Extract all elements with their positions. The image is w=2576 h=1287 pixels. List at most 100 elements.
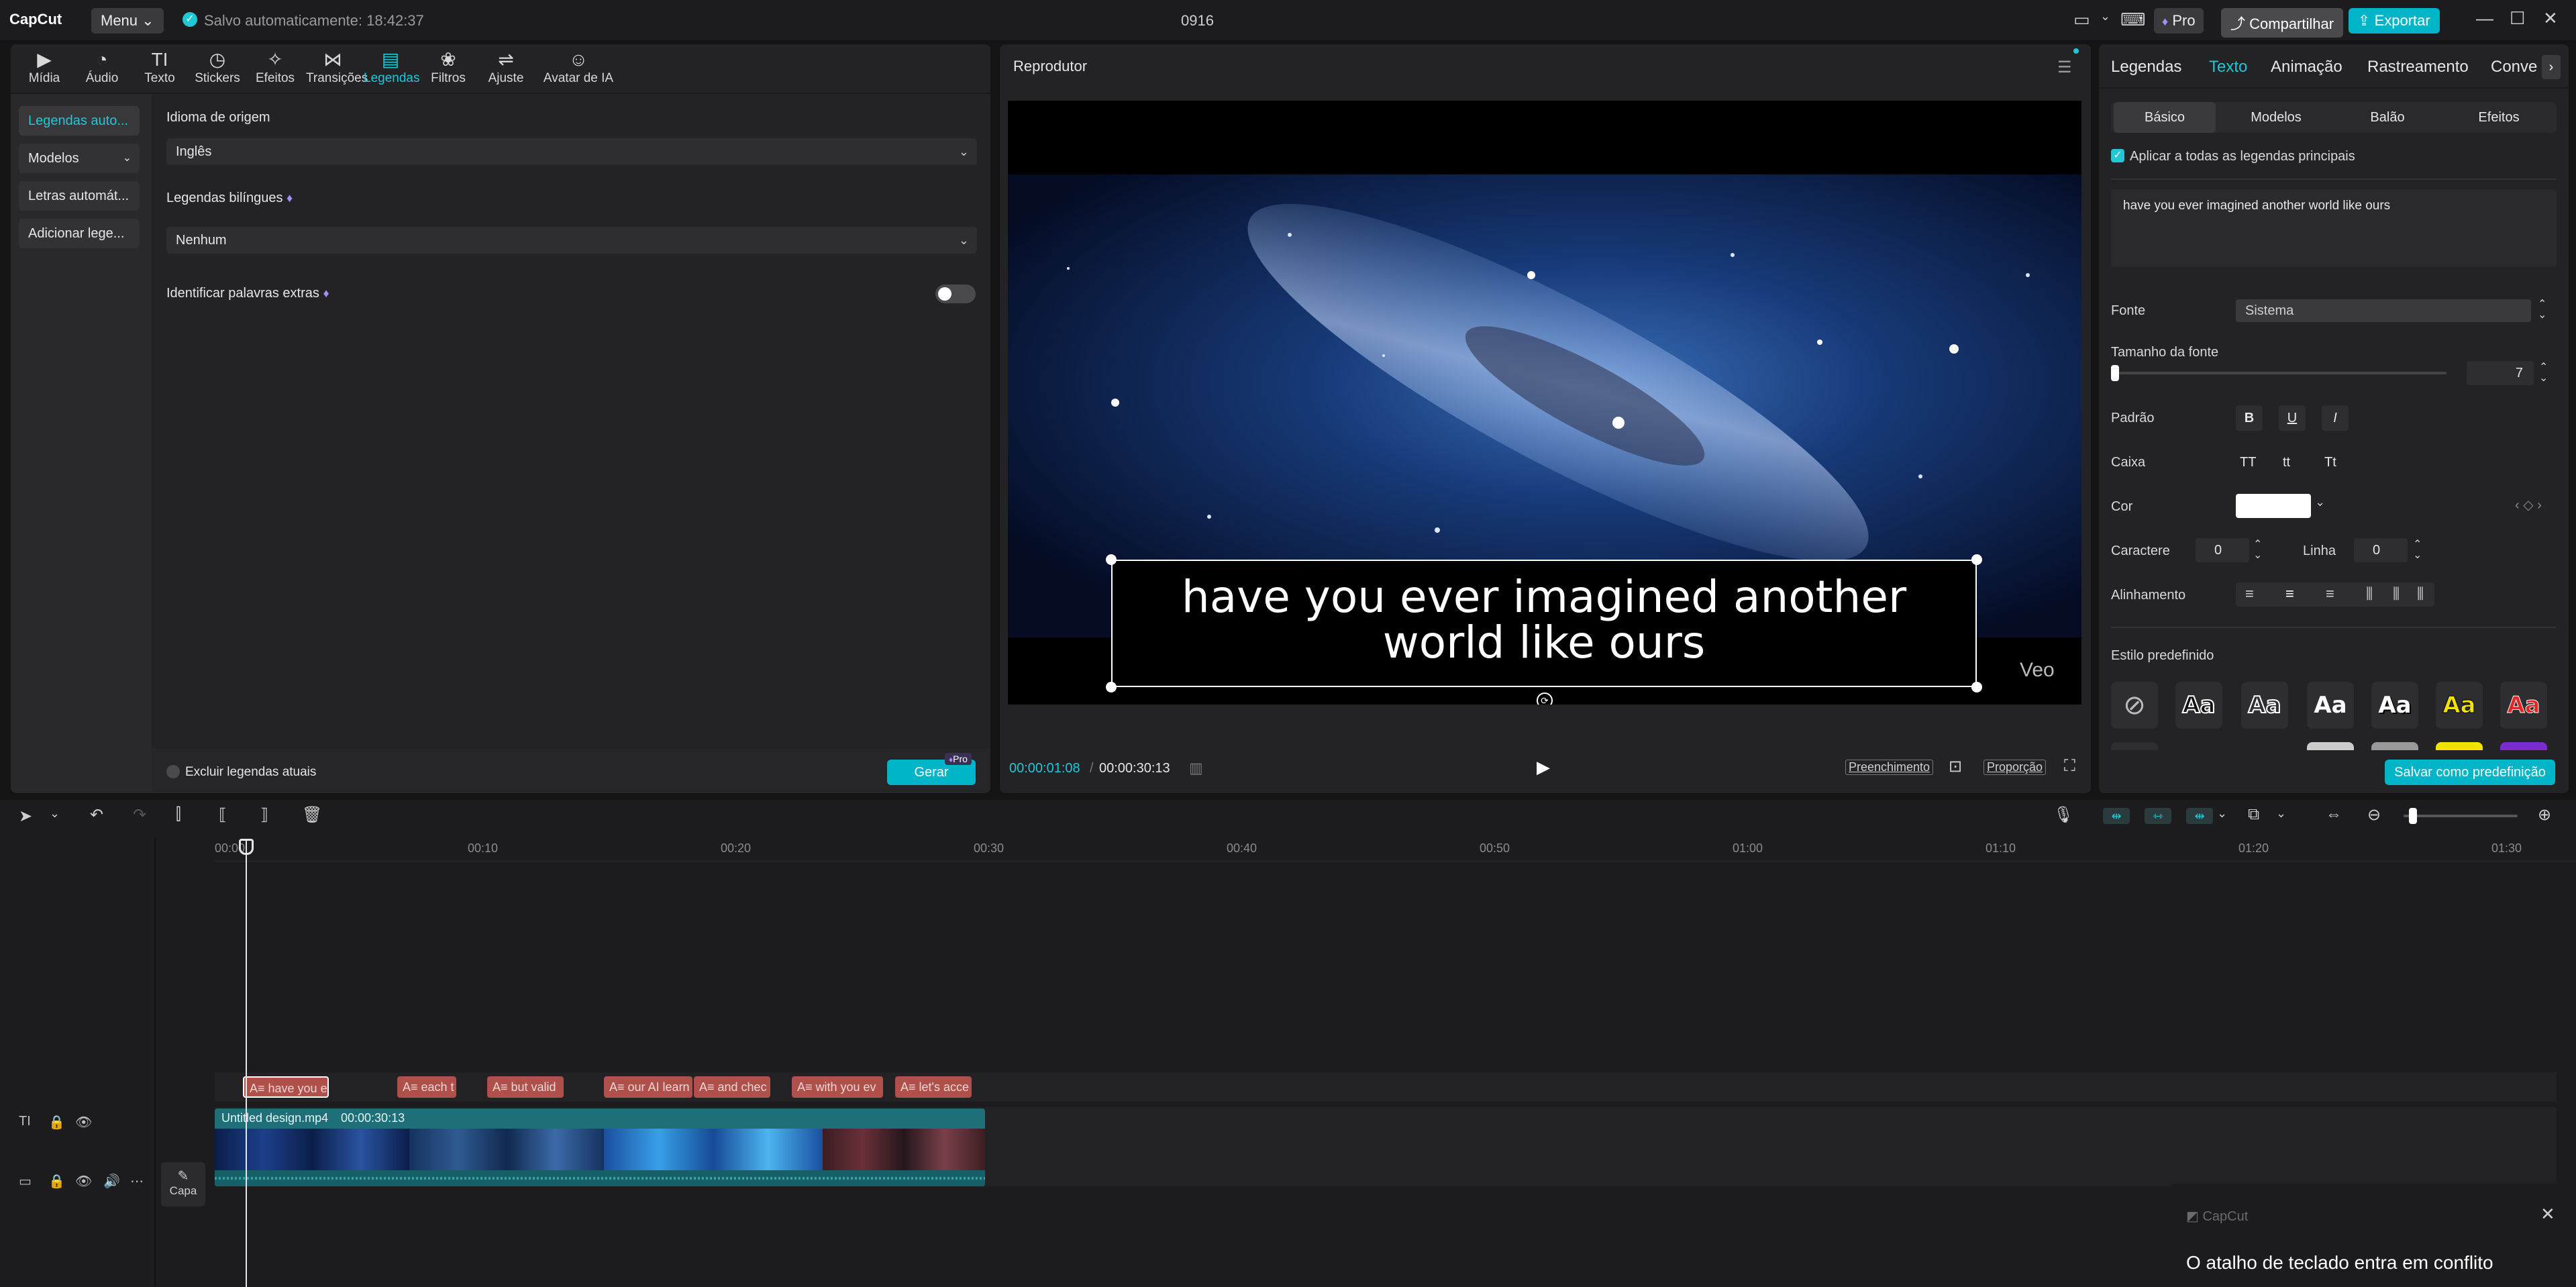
- subtitle-selection-box[interactable]: have you ever imagined another world lik…: [1111, 560, 1977, 687]
- eye-icon[interactable]: 👁: [75, 1173, 92, 1190]
- trim-right-icon[interactable]: ⟧: [260, 805, 268, 825]
- fill-button[interactable]: Preenchimento: [1845, 760, 1934, 775]
- save-preset-button[interactable]: Salvar como predefinição: [2385, 760, 2555, 785]
- color-swatch[interactable]: [2236, 494, 2311, 518]
- pro-button[interactable]: ♦ Pro: [2154, 8, 2204, 34]
- preset-style[interactable]: Aa: [2175, 682, 2222, 729]
- tab-captions[interactable]: Legendas: [2111, 58, 2181, 76]
- subtab-bubble[interactable]: Balão: [2336, 102, 2438, 133]
- align-right-icon[interactable]: ≡: [2326, 585, 2334, 603]
- export-button[interactable]: ⇪ Exportar: [2349, 8, 2440, 34]
- font-select[interactable]: Sistema: [2236, 299, 2531, 322]
- zoom-in-icon[interactable]: ⊕: [2538, 805, 2551, 825]
- eye-icon[interactable]: 👁: [75, 1114, 92, 1131]
- cover-button[interactable]: ✎ Capa: [161, 1162, 205, 1206]
- tab-audio[interactable]: ◔ Áudio: [75, 48, 129, 86]
- lowercase-button[interactable]: tt: [2283, 455, 2290, 470]
- font-size-slider[interactable]: [2111, 372, 2446, 374]
- tab-text[interactable]: TI Texto: [133, 48, 187, 86]
- subtitle-clip[interactable]: A≡ but valid: [487, 1076, 564, 1098]
- screenshot-icon[interactable]: ⊡: [1949, 757, 1962, 776]
- play-icon[interactable]: ▶: [1537, 757, 1550, 778]
- link-main-track-icon[interactable]: ⇹: [2103, 808, 2130, 824]
- tab-transitions[interactable]: ⋈ Transições: [306, 48, 368, 86]
- rotate-handle-icon[interactable]: ⟳: [1537, 692, 1553, 705]
- lock-icon[interactable]: 🔒: [48, 1114, 65, 1131]
- align-vertical-bottom-icon[interactable]: ⫼: [2417, 585, 2424, 603]
- maximize-icon[interactable]: ☐: [2510, 8, 2525, 29]
- playhead-handle[interactable]: [239, 839, 254, 855]
- subtitle-clip[interactable]: A≡ let's acce: [895, 1076, 972, 1098]
- preset-style[interactable]: [2111, 742, 2158, 750]
- preset-style[interactable]: [2371, 742, 2418, 750]
- snap-icon[interactable]: ⇹: [2186, 808, 2213, 824]
- resize-handle[interactable]: [1971, 554, 1982, 565]
- redo-icon[interactable]: ↷: [133, 805, 146, 825]
- tab-tracking[interactable]: Rastreamento: [2367, 58, 2469, 76]
- underline-button[interactable]: U: [2279, 405, 2306, 431]
- preset-style[interactable]: Aa: [2500, 682, 2547, 729]
- tab-animation[interactable]: Animação: [2271, 58, 2342, 76]
- more-icon[interactable]: ⋯: [130, 1173, 144, 1190]
- tab-convert[interactable]: Conve: [2491, 58, 2540, 76]
- resize-handle[interactable]: [1106, 682, 1117, 692]
- chevron-down-icon[interactable]: ⌄: [50, 807, 60, 821]
- slider-handle[interactable]: [2111, 365, 2119, 381]
- close-window-icon[interactable]: ✕: [2543, 8, 2558, 29]
- subtitle-clip[interactable]: A≡ our AI learn: [604, 1076, 692, 1098]
- subtitle-clip[interactable]: A≡ with you ev: [792, 1076, 883, 1098]
- select-tool-icon[interactable]: ➤: [19, 807, 32, 826]
- align-left-icon[interactable]: ≡: [2245, 585, 2254, 603]
- tab-stickers[interactable]: ◷ Stickers: [191, 48, 244, 86]
- italic-button[interactable]: I: [2322, 405, 2349, 431]
- preset-style[interactable]: Aa: [2307, 682, 2354, 729]
- line-spacing-input[interactable]: 0: [2354, 538, 2408, 562]
- character-spacing-input[interactable]: 0: [2196, 538, 2249, 562]
- subtitle-clip[interactable]: A≡ each t: [397, 1076, 456, 1098]
- fit-timeline-icon[interactable]: ⇔: [2326, 805, 2342, 824]
- preset-style[interactable]: [2436, 742, 2483, 750]
- preset-style[interactable]: Aa: [2371, 682, 2418, 729]
- timecode-grid-icon[interactable]: ▥: [1189, 760, 1203, 777]
- align-vertical-middle-icon[interactable]: ⫼: [2393, 585, 2400, 603]
- apply-all-checkbox[interactable]: ✓: [2111, 149, 2124, 162]
- layout-icon[interactable]: ▭: [2073, 9, 2090, 30]
- subtab-templates[interactable]: Modelos: [2225, 102, 2327, 133]
- video-clip[interactable]: Untitled design.mp4 00:00:30:13: [215, 1109, 985, 1186]
- subtab-basic[interactable]: Básico: [2114, 102, 2216, 133]
- bold-button[interactable]: B: [2236, 405, 2263, 431]
- subtitle-clip[interactable]: A≡ have you e: [243, 1076, 329, 1098]
- chevron-down-icon[interactable]: ⌄: [2276, 807, 2286, 821]
- no-style-icon[interactable]: ⊘: [2111, 682, 2158, 729]
- microphone-icon[interactable]: 🎙: [2053, 805, 2073, 825]
- uppercase-button[interactable]: TT: [2240, 455, 2256, 470]
- preset-style[interactable]: Aa: [2436, 682, 2483, 729]
- menu-button[interactable]: Menu ⌄: [91, 8, 164, 34]
- subtab-effects[interactable]: Efeitos: [2448, 102, 2550, 133]
- font-size-input[interactable]: 7: [2467, 361, 2534, 385]
- align-center-icon[interactable]: ≡: [2285, 585, 2294, 603]
- playhead[interactable]: [246, 840, 247, 1287]
- minimize-icon[interactable]: —: [2476, 8, 2493, 29]
- tab-media[interactable]: ▶ Mídia: [17, 48, 71, 86]
- lock-icon[interactable]: 🔒: [48, 1173, 65, 1190]
- share-button[interactable]: ⤴ Compartilhar: [2221, 8, 2344, 38]
- preset-style[interactable]: [2307, 742, 2354, 750]
- tab-adjust[interactable]: ⇌ Ajuste: [479, 48, 533, 86]
- chevron-down-icon[interactable]: ⌄: [2315, 495, 2325, 509]
- zoom-out-icon[interactable]: ⊖: [2367, 805, 2381, 825]
- sidebar-item-auto-lyrics[interactable]: Letras automát...: [19, 181, 140, 211]
- tab-filters[interactable]: ❀ Filtros: [421, 48, 475, 86]
- volume-icon[interactable]: 🔊: [103, 1173, 120, 1190]
- character-stepper-icon[interactable]: ⌃ ⌄: [2253, 539, 2262, 561]
- time-ruler[interactable]: 00:00 00:10 00:20 00:30 00:40 00:50 01:0…: [215, 837, 2576, 862]
- caption-text-input[interactable]: have you ever imagined another world lik…: [2111, 189, 2557, 267]
- sidebar-item-auto-captions[interactable]: Legendas auto...: [19, 106, 140, 136]
- ratio-button[interactable]: Proporção: [1983, 760, 2047, 775]
- sidebar-item-templates[interactable]: Modelos ⌄: [19, 144, 140, 173]
- line-stepper-icon[interactable]: ⌃ ⌄: [2413, 539, 2422, 561]
- player-menu-icon[interactable]: ☰: [2057, 58, 2072, 77]
- font-size-stepper-icon[interactable]: ⌃ ⌄: [2539, 362, 2548, 384]
- layout-dropdown-icon[interactable]: ⌄: [2100, 9, 2110, 23]
- preset-style[interactable]: [2500, 742, 2547, 750]
